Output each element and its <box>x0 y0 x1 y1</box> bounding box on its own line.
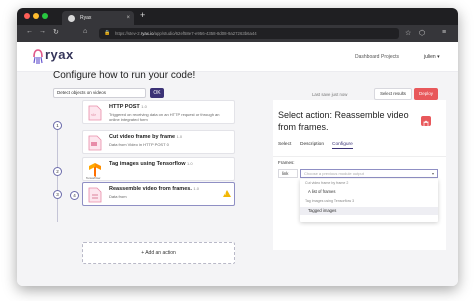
step-title-text: Reassemble video from frames. <box>109 186 192 192</box>
tab-divider <box>273 156 446 157</box>
browser-tabbar: Ryax × + <box>17 8 458 25</box>
tab-select[interactable]: Select <box>278 142 291 147</box>
close-window-button[interactable] <box>24 13 30 19</box>
back-icon[interactable]: ← <box>26 28 33 35</box>
page-title: Configure how to run your code! <box>53 70 196 81</box>
step-title: HTTP POST 1.0 <box>109 104 147 110</box>
tab-configure[interactable]: Configure <box>332 142 353 149</box>
video-cut-icon <box>88 135 102 151</box>
user-menu[interactable]: julien ▾ <box>424 54 440 60</box>
step-title-text: HTTP POST <box>109 104 140 110</box>
panel-title: Select action: Reassemble video from fra… <box>278 110 409 132</box>
reassemble-icon <box>88 187 102 203</box>
workflow-step-3[interactable]: Tag images using Tensorflow 1.0 TensorFl… <box>82 157 235 181</box>
lock-icon: 🔒 <box>104 30 111 36</box>
step-version: 1.0 <box>176 134 183 139</box>
forward-icon[interactable]: → <box>39 28 46 35</box>
ryax-logo-icon <box>33 49 43 64</box>
step-number-2: 2 <box>53 167 62 176</box>
url-bar[interactable]: 🔒 https://stev-2.ryax.io/app/studio/62ef… <box>99 28 399 39</box>
bookmark-icon[interactable]: ☆ <box>405 29 411 37</box>
ok-button[interactable]: OK <box>150 88 164 98</box>
step-title-text: Cut video frame by frame <box>109 134 176 140</box>
module-output-select[interactable]: Choose a previous module output ▾ <box>300 169 438 178</box>
step-version: 1.0 <box>141 104 147 109</box>
trash-icon <box>423 120 429 128</box>
http-post-icon: </> <box>88 105 102 121</box>
step-description: Triggered on receiving data on an HTTP r… <box>109 112 220 122</box>
home-icon[interactable]: ⌂ <box>83 28 87 35</box>
step-number-4: 4 <box>70 191 79 200</box>
step-title: Tag images using Tensorflow 1.0 <box>109 161 193 167</box>
tab-title: Ryax <box>80 15 92 21</box>
logo-text: ryax <box>45 47 74 62</box>
add-action-button[interactable]: + Add an action <box>82 242 235 264</box>
url-host: ryax.io <box>140 31 154 36</box>
step-number-1: 1 <box>53 121 62 130</box>
step-description: Data from <box>109 194 127 199</box>
ryax-logo[interactable]: ryax <box>31 47 83 66</box>
warning-mark: ! <box>225 191 227 196</box>
module-output-placeholder: Choose a previous module output <box>304 171 364 176</box>
deploy-button[interactable]: Deploy <box>414 88 438 100</box>
frames-label: Frames: <box>278 160 295 165</box>
workflow-step-4[interactable]: Reassemble video from frames. 1.0 Data f… <box>82 182 235 206</box>
browser-tab[interactable]: Ryax × <box>62 11 134 25</box>
url-path: /app/studio/62ef58e7-e956-4358-8d08-9a27… <box>153 31 257 36</box>
url-prefix: https://stev-2. <box>115 31 141 36</box>
delete-action-button[interactable] <box>421 116 431 128</box>
tensorflow-label: TensorFlow <box>86 176 101 180</box>
select-results-button[interactable]: Select results <box>374 88 412 100</box>
nav-dashboard-link[interactable]: Dashboard <box>355 54 379 60</box>
step-version: 1.0 <box>193 186 199 191</box>
step-description: Data from Video in HTTP POST 0 <box>109 142 169 147</box>
step-title: Reassemble video from frames. 1.0 <box>109 186 199 192</box>
last-save-status: Last save just now <box>312 92 348 97</box>
ryax-favicon-icon <box>68 15 75 22</box>
svg-text:</>: </> <box>91 113 96 117</box>
dropdown-option[interactable]: Tagged images <box>300 207 438 215</box>
dropdown-group-label: Cut video frame by frame 2 <box>305 181 349 185</box>
tab-description[interactable]: Description <box>300 142 324 147</box>
browser-toolbar: ← → ↻ ⌂ 🔒 https://stev-2.ryax.io/app/stu… <box>17 25 458 42</box>
step-version: 1.0 <box>187 161 193 166</box>
workflow-step-2[interactable]: Cut video frame by frame 1.0 Data from V… <box>82 130 235 154</box>
step-number-3: 3 <box>53 190 62 199</box>
reload-icon[interactable]: ↻ <box>53 28 59 36</box>
menu-icon[interactable]: ≡ <box>442 29 446 36</box>
step-title: Cut video frame by frame 1.0 <box>109 134 182 140</box>
nav-projects-link[interactable]: Projects <box>381 54 399 60</box>
dropdown-option[interactable]: A list of frames <box>300 188 438 196</box>
step-title-text: Tag images using Tensorflow <box>109 161 186 167</box>
action-config-panel: Select action: Reassemble video from fra… <box>273 100 446 250</box>
ryax-app: ryax Dashboard Projects julien ▾ Configu… <box>17 42 458 286</box>
dropdown-group-label: Tag images using Tensorflow 3 <box>305 199 355 203</box>
module-output-dropdown: Cut video frame by frame 2 A list of fra… <box>300 179 438 222</box>
tab-close-icon[interactable]: × <box>126 11 130 25</box>
workflow-name-field[interactable]: Detect objects on videos <box>53 88 146 98</box>
new-tab-button[interactable]: + <box>140 10 145 20</box>
maximize-window-button[interactable] <box>42 13 48 19</box>
minimize-window-button[interactable] <box>33 13 39 19</box>
top-navigation: ryax Dashboard Projects julien ▾ <box>17 42 458 72</box>
workflow-step-1[interactable]: </> HTTP POST 1.0 Triggered on receiving… <box>82 100 235 124</box>
extensions-icon[interactable]: ⬡ <box>419 29 425 37</box>
link-type-select[interactable]: link <box>278 169 298 178</box>
chevron-down-icon: ▾ <box>431 171 434 176</box>
browser-window: Ryax × + ← → ↻ ⌂ 🔒 https://stev-2.ryax.i… <box>17 8 458 286</box>
